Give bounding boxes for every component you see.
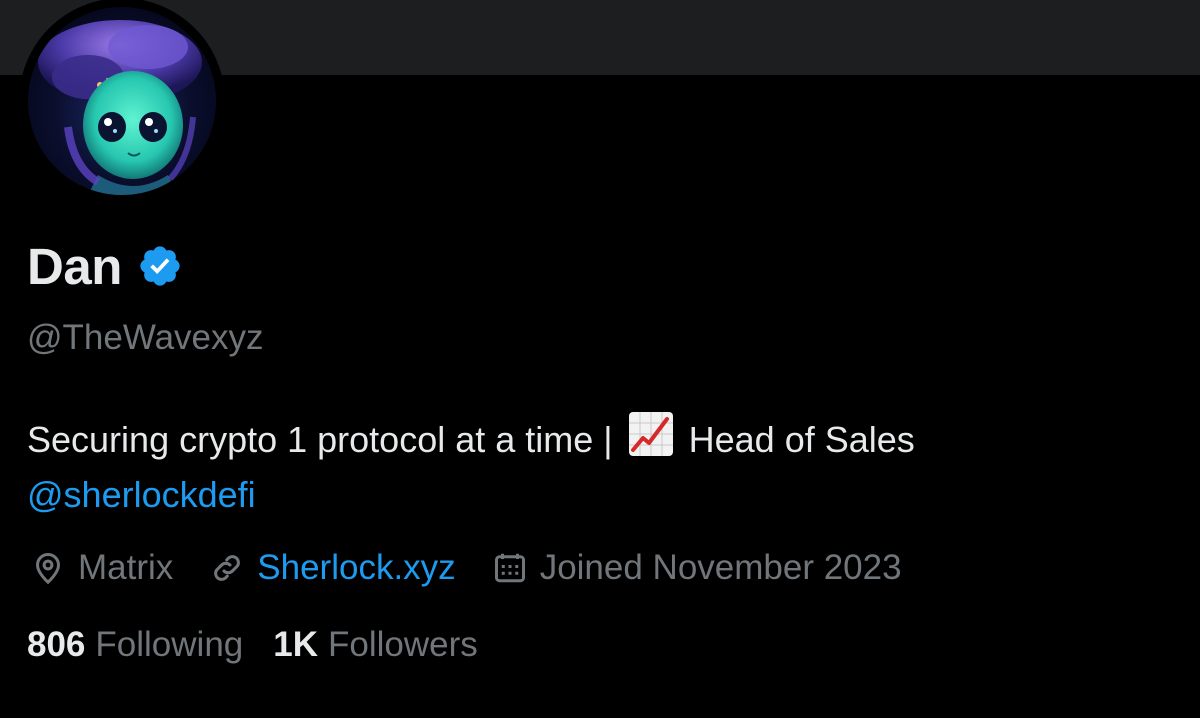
profile-page: Dan @TheWavexyz Securing crypto 1 protoc… — [0, 0, 1200, 718]
website-item[interactable]: Sherlock.xyz — [209, 548, 456, 588]
chart-increasing-icon — [627, 410, 675, 458]
bio-mention-link[interactable]: @sherlockdefi — [27, 474, 256, 515]
joined-item: Joined November 2023 — [492, 548, 902, 588]
location-item: Matrix — [30, 548, 173, 588]
calendar-icon — [494, 553, 525, 583]
avatar-image — [28, 7, 216, 195]
location-pin-icon — [35, 553, 61, 585]
display-name: Dan — [27, 237, 122, 295]
profile-meta: Matrix Sherlock.xyz Joined November 2023 — [30, 543, 938, 593]
profile-bio: Securing crypto 1 protocol at a time | H… — [27, 410, 1177, 522]
followers-count: 1K — [273, 625, 319, 664]
verified-badge-icon[interactable] — [137, 243, 183, 289]
avatar[interactable] — [28, 7, 216, 195]
followers-stat[interactable]: 1K Followers — [273, 625, 478, 665]
link-icon — [214, 555, 241, 581]
following-label: Following — [95, 625, 244, 664]
following-count: 806 — [27, 625, 86, 664]
followers-label: Followers — [328, 625, 478, 664]
location-text: Matrix — [78, 548, 174, 587]
name-row: Dan — [27, 236, 183, 296]
bio-title: Head of Sales — [678, 419, 915, 460]
website-link[interactable]: Sherlock.xyz — [257, 548, 455, 588]
following-stat[interactable]: 806 Following — [27, 625, 243, 665]
bio-text: Securing crypto 1 protocol at a time | — [27, 419, 623, 460]
joined-date: Joined November 2023 — [539, 548, 902, 587]
follow-stats: 806 Following 1K Followers — [27, 625, 508, 675]
user-handle: @TheWavexyz — [27, 318, 264, 357]
